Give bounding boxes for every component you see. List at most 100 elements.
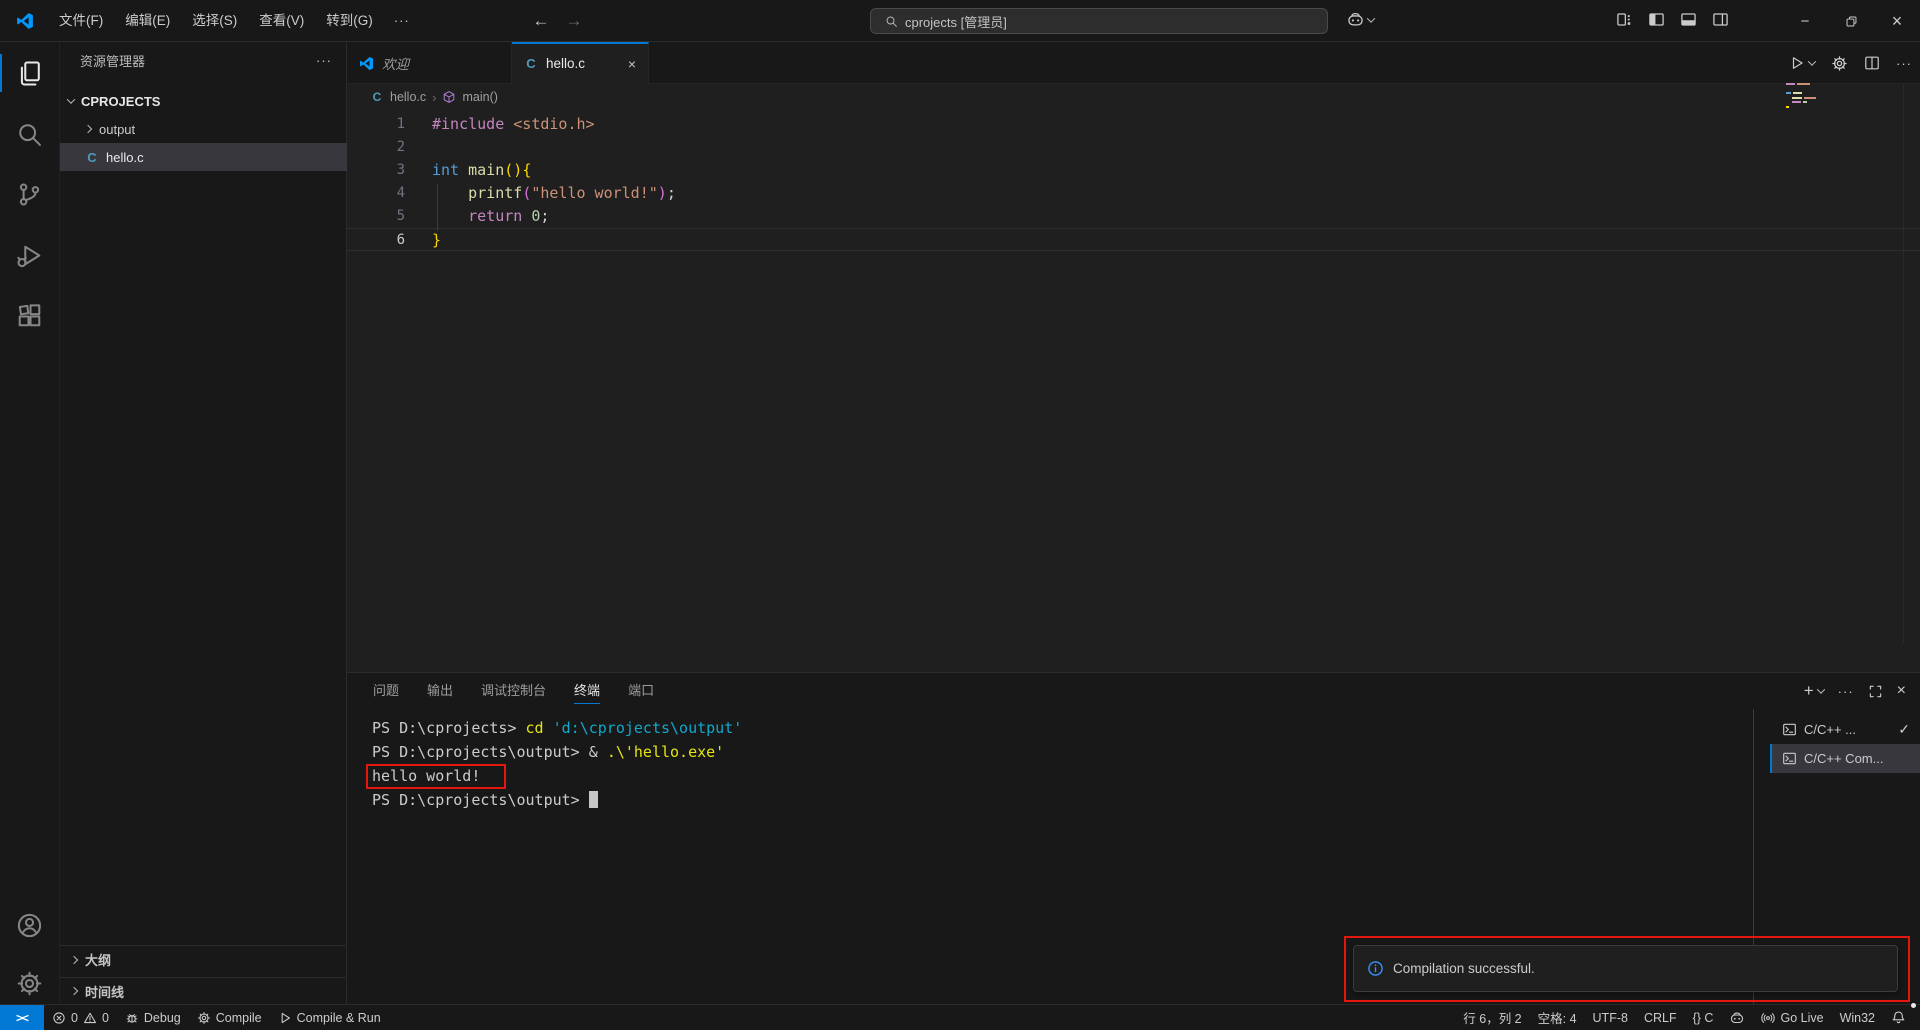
problems-status[interactable]: 0 0 xyxy=(44,1005,117,1030)
breadcrumb-file[interactable]: hello.c xyxy=(390,90,426,104)
code-line[interactable]: 4 printf("hello world!"); xyxy=(347,182,1920,205)
back-arrow-icon[interactable]: ← xyxy=(527,7,555,35)
sidebar-item-explorer[interactable] xyxy=(0,48,59,98)
line-number: 2 xyxy=(347,136,432,159)
encoding-status[interactable]: UTF-8 xyxy=(1585,1005,1636,1030)
minimap[interactable] xyxy=(1786,83,1820,110)
error-count: 0 xyxy=(71,1011,78,1025)
outline-label: 大纲 xyxy=(85,950,111,969)
breadcrumb[interactable]: C hello.c › main() xyxy=(347,84,1920,110)
search-icon xyxy=(885,15,898,28)
debug-status[interactable]: Debug xyxy=(117,1005,189,1030)
code-line[interactable]: 2 xyxy=(347,136,1920,159)
toggle-panel-icon[interactable] xyxy=(1680,11,1697,28)
tree-item-hello-c[interactable]: C hello.c xyxy=(60,143,347,171)
menu-edit[interactable]: 编辑(E) xyxy=(114,7,181,35)
tree-item-output[interactable]: output xyxy=(60,115,347,143)
command-center-search[interactable]: cprojects [管理员] xyxy=(870,8,1328,34)
tab-debug-console[interactable]: 调试控制台 xyxy=(481,673,546,709)
restore-button[interactable] xyxy=(1828,0,1874,42)
menu-file[interactable]: 文件(F) xyxy=(48,7,114,35)
folder-label: output xyxy=(99,122,135,137)
code-line[interactable]: 6} xyxy=(347,228,1920,251)
check-icon: ✓ xyxy=(1898,721,1910,738)
sidebar-item-source-control[interactable] xyxy=(0,169,59,219)
split-editor-icon[interactable] xyxy=(1864,55,1880,71)
activity-bar xyxy=(0,42,59,1004)
toggle-secondary-sidebar-icon[interactable] xyxy=(1712,11,1729,28)
maximize-panel-icon[interactable] xyxy=(1868,684,1883,699)
settings-gear-icon[interactable] xyxy=(0,958,59,1008)
title-bar: 文件(F) 编辑(E) 选择(S) 查看(V) 转到(G) ··· ← → cp… xyxy=(0,0,1920,42)
customize-layout-icon[interactable] xyxy=(1616,11,1633,28)
c-file-icon: C xyxy=(524,56,538,71)
compile-label: Compile xyxy=(216,1011,262,1025)
platform-status[interactable]: Win32 xyxy=(1832,1005,1883,1030)
more-actions-icon[interactable]: ··· xyxy=(1838,684,1854,699)
breadcrumb-symbol[interactable]: main() xyxy=(462,90,497,104)
tab-label: 欢迎 xyxy=(382,53,409,73)
remote-indicator[interactable]: >< xyxy=(0,1005,44,1030)
code-line[interactable]: 3int main(){ xyxy=(347,159,1920,182)
breadcrumb-separator: › xyxy=(432,90,436,105)
close-tab-icon[interactable]: × xyxy=(628,56,636,72)
sidebar-more-actions[interactable]: ··· xyxy=(316,53,332,68)
tree-root-cprojects[interactable]: CPROJECTS xyxy=(60,87,347,115)
code-line[interactable]: 5 return 0; xyxy=(347,205,1920,228)
toggle-sidebar-icon[interactable] xyxy=(1648,11,1665,28)
sidebar-item-extensions[interactable] xyxy=(0,290,59,340)
info-icon xyxy=(1367,960,1384,977)
forward-arrow-icon[interactable]: → xyxy=(560,7,588,35)
copilot-status-icon[interactable] xyxy=(1721,1005,1753,1030)
tab-problems[interactable]: 问题 xyxy=(373,673,399,709)
language-status[interactable]: {} C xyxy=(1685,1005,1722,1030)
terminal-list-item[interactable]: C/C++ ... ✓ xyxy=(1770,715,1920,744)
line-number: 4 xyxy=(347,182,432,205)
code-text: printf("hello world!"); xyxy=(432,182,676,205)
account-icon[interactable] xyxy=(0,900,59,950)
timeline-section[interactable]: 时间线 xyxy=(60,977,347,1004)
tab-hello-c[interactable]: C hello.c × xyxy=(512,42,649,84)
more-actions-icon[interactable]: ··· xyxy=(1896,56,1912,71)
terminal-name: C/C++ ... xyxy=(1804,722,1856,737)
indentation-status[interactable]: 空格: 4 xyxy=(1530,1005,1585,1030)
notifications-bell-icon[interactable] xyxy=(1883,1005,1914,1030)
compile-run-status[interactable]: Compile & Run xyxy=(270,1005,389,1030)
copilot-button[interactable] xyxy=(1346,10,1374,29)
terminal-output[interactable]: PS D:\cprojects> cd 'd:\cprojects\output… xyxy=(372,716,742,812)
outline-section[interactable]: 大纲 xyxy=(60,945,347,973)
root-folder-label: CPROJECTS xyxy=(81,94,160,109)
code-text: } xyxy=(432,229,441,250)
menu-view[interactable]: 查看(V) xyxy=(248,7,315,35)
run-button[interactable] xyxy=(1789,55,1815,71)
terminal-list-item[interactable]: C/C++ Com... xyxy=(1770,744,1920,773)
go-live-status[interactable]: Go Live xyxy=(1753,1005,1831,1030)
tab-output[interactable]: 输出 xyxy=(427,673,453,709)
code-line[interactable]: 1#include <stdio.h> xyxy=(347,113,1920,136)
close-panel-icon[interactable]: × xyxy=(1897,682,1906,700)
cursor-position-status[interactable]: 行 6，列 2 xyxy=(1455,1005,1529,1030)
tab-terminal[interactable]: 终端 xyxy=(574,673,600,709)
tab-welcome[interactable]: 欢迎 xyxy=(347,42,512,84)
extension-gear-icon[interactable] xyxy=(1831,55,1848,72)
sidebar-item-run-debug[interactable] xyxy=(0,230,59,280)
terminal-line: PS D:\cprojects\output> xyxy=(372,788,742,812)
sidebar-item-search[interactable] xyxy=(0,109,59,159)
compile-status[interactable]: Compile xyxy=(189,1005,270,1030)
editor-group: 欢迎 C hello.c × ··· C hello.c › main() 1#… xyxy=(347,42,1920,672)
terminal-icon xyxy=(1782,722,1797,737)
vscode-logo-icon xyxy=(359,56,374,71)
menu-overflow[interactable]: ··· xyxy=(384,13,420,28)
panel-actions: + ··· × xyxy=(1804,673,1906,709)
menu-goto[interactable]: 转到(G) xyxy=(315,7,384,35)
tab-ports[interactable]: 端口 xyxy=(628,673,654,709)
minimize-button[interactable]: − xyxy=(1782,0,1828,42)
chevron-right-icon xyxy=(70,987,78,995)
chevron-down-icon xyxy=(1816,685,1824,693)
close-window-button[interactable]: × xyxy=(1874,0,1920,42)
new-terminal-button[interactable]: + xyxy=(1804,681,1824,701)
notification-toast[interactable]: Compilation successful. xyxy=(1353,945,1898,992)
eol-status[interactable]: CRLF xyxy=(1636,1005,1685,1030)
tab-bar: 欢迎 C hello.c × xyxy=(347,42,1920,84)
menu-selection[interactable]: 选择(S) xyxy=(181,7,248,35)
